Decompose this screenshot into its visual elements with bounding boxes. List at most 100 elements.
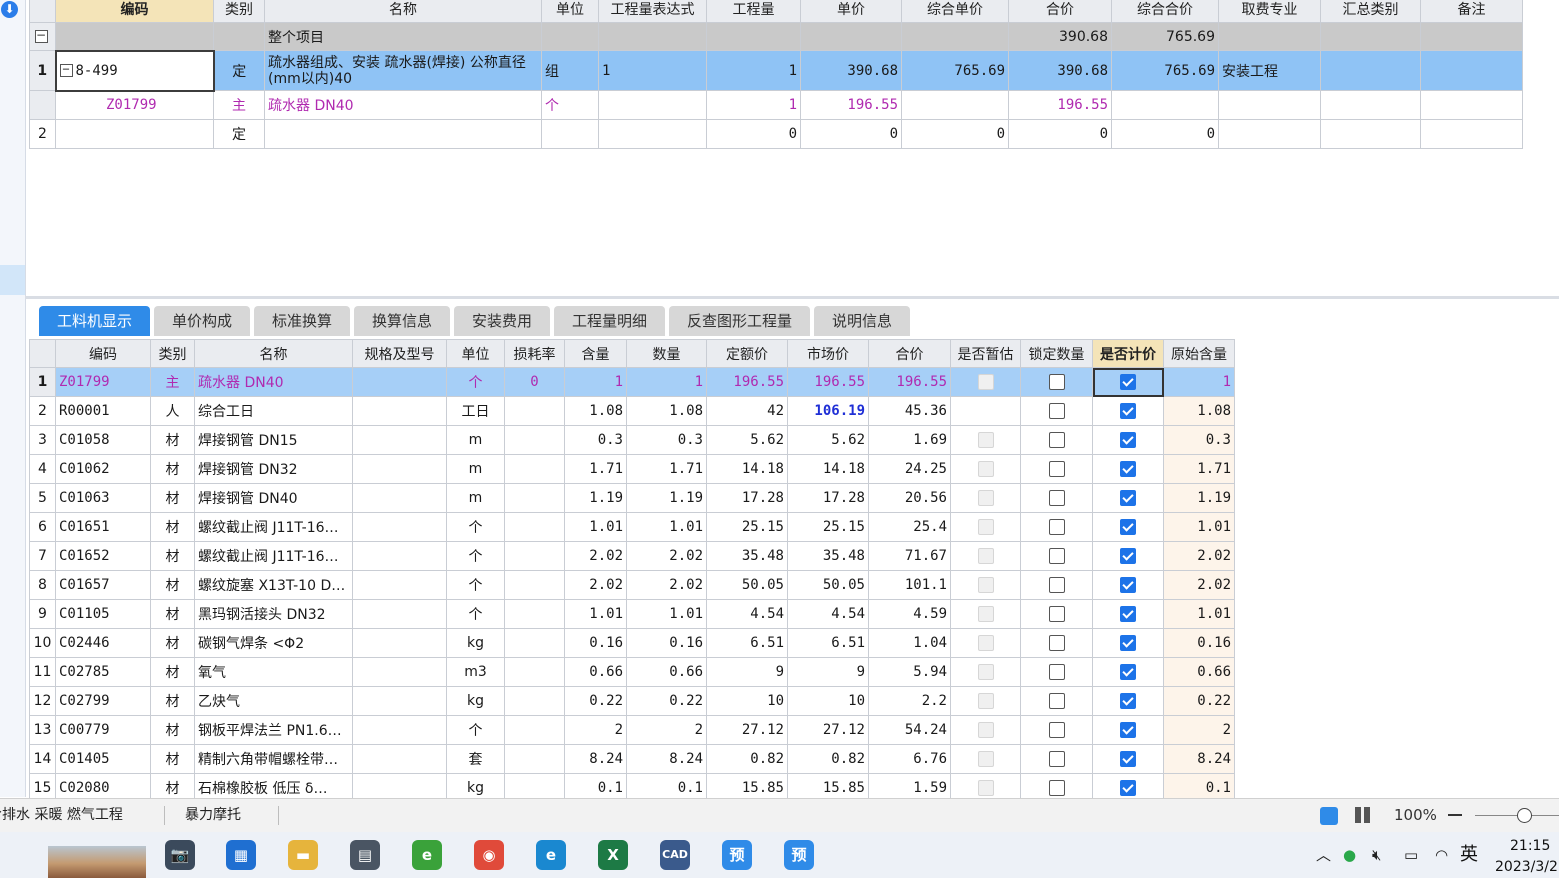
code-cell[interactable]: C00779 xyxy=(55,715,151,745)
provisional-cell[interactable] xyxy=(950,599,1021,629)
price-cell[interactable]: 196.55 xyxy=(800,90,902,120)
column-header[interactable]: 定额价 xyxy=(706,339,788,368)
loss-cell[interactable] xyxy=(504,628,565,658)
lock-quantity-cell[interactable] xyxy=(1020,715,1093,745)
loss-cell[interactable] xyxy=(504,425,565,455)
column-header[interactable]: 是否计价 xyxy=(1092,339,1164,368)
lock-quantity-cell[interactable] xyxy=(1020,686,1093,716)
wifi-icon[interactable]: ◠ xyxy=(1435,832,1448,878)
market-price-cell[interactable]: 0.82 xyxy=(787,744,869,774)
market-price-cell[interactable]: 27.12 xyxy=(787,715,869,745)
spec-cell[interactable] xyxy=(352,512,447,542)
split-view-icon[interactable] xyxy=(1355,807,1371,823)
qty-cell[interactable]: 1.01 xyxy=(626,512,707,542)
tab-quantity-details[interactable]: 工程量明细 xyxy=(554,306,665,336)
code-cell[interactable]: C02785 xyxy=(55,657,151,687)
market-price-cell[interactable]: 4.54 xyxy=(787,599,869,629)
original-content-cell[interactable]: 1.01 xyxy=(1163,512,1235,542)
loss-cell[interactable] xyxy=(504,657,565,687)
type-cell[interactable]: 人 xyxy=(150,396,195,426)
type-cell[interactable]: 材 xyxy=(150,483,195,513)
table-row[interactable]: 14 C01405 材精制六角带帽螺栓带… 套 8.24 8.24 0.82 0.82 6.76… xyxy=(29,744,1235,774)
column-header[interactable]: 工程量表达式 xyxy=(598,0,707,23)
original-content-cell[interactable]: 1.08 xyxy=(1163,396,1235,426)
lock-quantity-checkbox[interactable] xyxy=(1048,374,1065,390)
qty-cell[interactable]: 1.19 xyxy=(626,483,707,513)
quota-price-cell[interactable]: 5.62 xyxy=(706,425,788,455)
unit-cell[interactable]: 个 xyxy=(446,570,505,600)
is-priced-checkbox[interactable] xyxy=(1120,374,1136,390)
name-cell[interactable]: 螺纹截止阀 J11T-16… xyxy=(194,512,353,542)
table-row[interactable]: 2 定 0 0 0 0 0 xyxy=(29,119,1523,149)
folder-icon[interactable]: ▬ xyxy=(288,840,318,870)
market-price-cell[interactable]: 50.05 xyxy=(787,570,869,600)
total-cell[interactable]: 196.55 xyxy=(1008,90,1112,120)
price-cell[interactable]: 0 xyxy=(800,119,902,149)
lock-quantity-checkbox[interactable] xyxy=(1048,490,1065,506)
tab-reverse-lookup-quantity[interactable]: 反查图形工程量 xyxy=(669,306,810,336)
table-row[interactable]: 3 C01058 材焊接钢管 DN15 m 0.3 0.3 5.62 5.62 1.69 0.3 xyxy=(29,425,1235,455)
column-header[interactable]: 编码 xyxy=(55,339,151,368)
type-cell[interactable]: 材 xyxy=(150,512,195,542)
name-cell[interactable]: 疏水器组成、安装 疏水器(焊接) 公称直径(mm以内)40 xyxy=(264,50,542,91)
lock-quantity-checkbox[interactable] xyxy=(1048,635,1065,651)
type-cell[interactable]: 主 xyxy=(213,90,265,120)
is-priced-checkbox[interactable] xyxy=(1120,751,1136,767)
qty-cell[interactable]: 0.3 xyxy=(626,425,707,455)
provisional-cell[interactable] xyxy=(950,483,1021,513)
code-cell[interactable]: C02799 xyxy=(55,686,151,716)
is-priced-checkbox[interactable] xyxy=(1120,780,1136,796)
lock-quantity-cell[interactable] xyxy=(1020,396,1093,426)
market-price-cell[interactable]: 106.19 xyxy=(787,396,869,426)
category-cell[interactable] xyxy=(1320,90,1421,120)
provisional-checkbox[interactable] xyxy=(977,722,994,738)
is-priced-cell[interactable] xyxy=(1092,715,1164,745)
quota-price-cell[interactable]: 35.48 xyxy=(706,541,788,571)
total-cell[interactable]: 45.36 xyxy=(868,396,951,426)
unit-cell[interactable]: m3 xyxy=(446,657,505,687)
provisional-checkbox[interactable] xyxy=(977,577,994,593)
qty-cell[interactable]: 0.66 xyxy=(626,657,707,687)
lock-quantity-checkbox[interactable] xyxy=(1048,519,1065,535)
market-price-cell[interactable]: 17.28 xyxy=(787,483,869,513)
type-cell[interactable]: 材 xyxy=(150,454,195,484)
total-cell[interactable]: 5.94 xyxy=(868,657,951,687)
original-content-cell[interactable]: 2.02 xyxy=(1163,541,1235,571)
total-cell[interactable]: 101.1 xyxy=(868,570,951,600)
type-cell[interactable]: 材 xyxy=(150,657,195,687)
battery-icon[interactable]: ▭ xyxy=(1404,832,1418,878)
excel-icon[interactable]: X xyxy=(598,840,628,870)
quota-price-cell[interactable]: 50.05 xyxy=(706,570,788,600)
type-cell[interactable]: 定 xyxy=(213,50,265,91)
type-cell[interactable]: 材 xyxy=(150,715,195,745)
chevron-up-icon[interactable]: ︿ xyxy=(1316,832,1331,878)
is-priced-cell[interactable] xyxy=(1092,396,1164,426)
code-cell[interactable]: Z01799 xyxy=(55,367,151,397)
content-cell[interactable]: 2.02 xyxy=(564,570,627,600)
tab-standard-conversion[interactable]: 标准换算 xyxy=(254,306,350,336)
camera-icon[interactable]: 📷 xyxy=(165,840,195,870)
total-cell[interactable]: 25.4 xyxy=(868,512,951,542)
column-header[interactable]: 汇总类别 xyxy=(1320,0,1421,23)
unit-cell[interactable]: 个 xyxy=(446,512,505,542)
lock-quantity-checkbox[interactable] xyxy=(1048,432,1065,448)
is-priced-checkbox[interactable] xyxy=(1120,693,1136,709)
provisional-cell[interactable] xyxy=(950,541,1021,571)
minus-icon[interactable]: − xyxy=(34,29,48,43)
collapse-toggle[interactable]: − xyxy=(29,22,56,51)
category-cell[interactable] xyxy=(1320,50,1421,91)
name-cell[interactable]: 钢板平焊法兰 PN1.6… xyxy=(194,715,353,745)
status-item[interactable]: 暴力摩托 xyxy=(185,799,241,832)
loss-cell[interactable]: 0 xyxy=(504,367,565,397)
loss-cell[interactable] xyxy=(504,686,565,716)
zoom-slider-handle[interactable] xyxy=(1517,808,1532,823)
provisional-cell[interactable] xyxy=(950,744,1021,774)
unit-cell[interactable]: m xyxy=(446,454,505,484)
content-cell[interactable]: 1.19 xyxy=(564,483,627,513)
volume-muted-icon[interactable]: 🔇︎ xyxy=(1372,832,1381,878)
spec-cell[interactable] xyxy=(352,715,447,745)
provisional-cell[interactable] xyxy=(950,425,1021,455)
cad-icon[interactable]: CAD xyxy=(660,840,690,870)
content-cell[interactable]: 1.71 xyxy=(564,454,627,484)
tab-unit-price-composition[interactable]: 单价构成 xyxy=(154,306,250,336)
